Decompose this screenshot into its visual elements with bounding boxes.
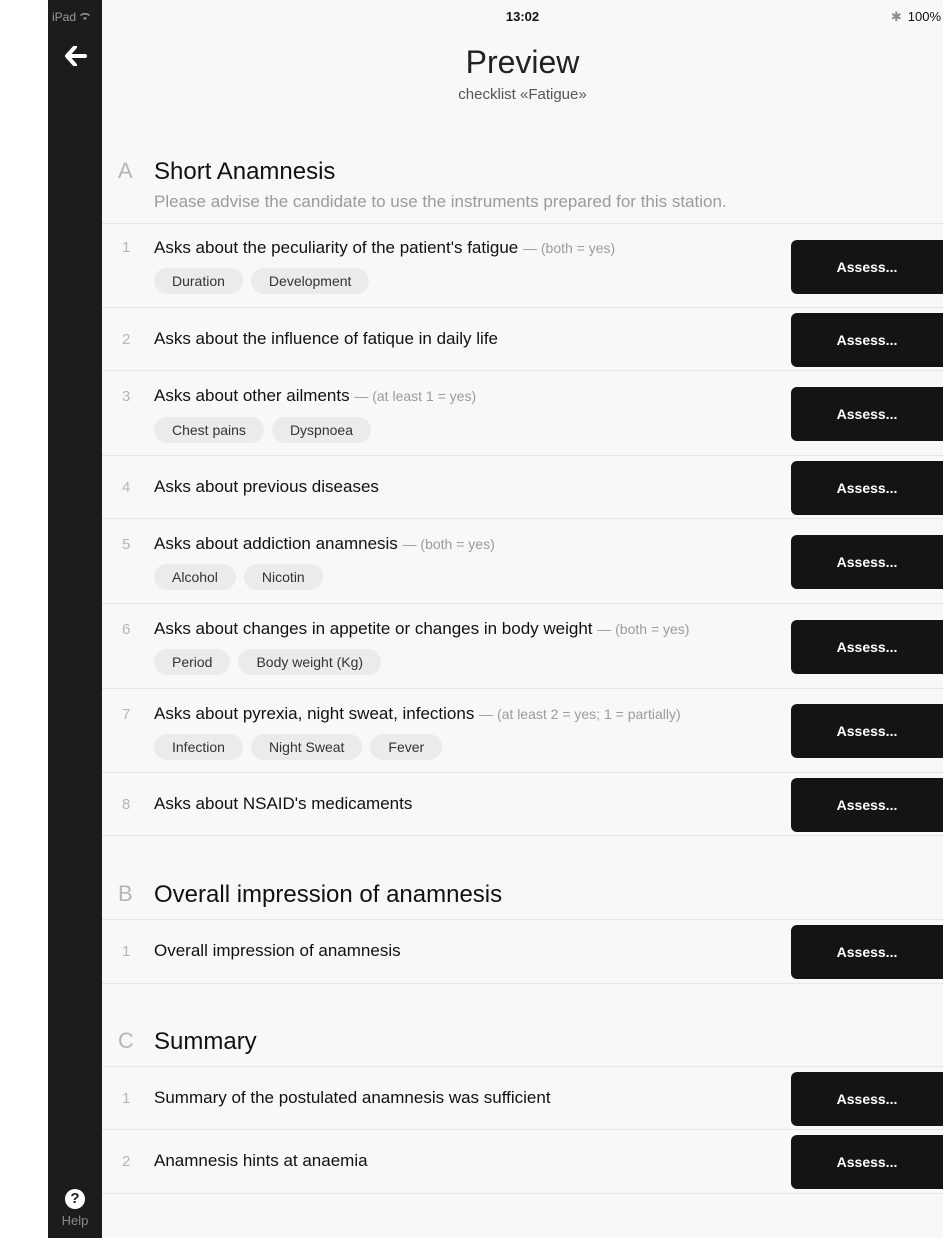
item-number: 2: [122, 1153, 131, 1170]
item-tags: Chest pains Dyspnoea: [154, 417, 371, 443]
item-hint: — (both = yes): [597, 621, 690, 637]
item-text: Asks about NSAID's medicaments: [154, 794, 413, 813]
back-button[interactable]: [62, 42, 90, 70]
help-icon: ?: [65, 1189, 85, 1209]
back-arrow-icon: [65, 46, 87, 66]
checklist-item: 4 Asks about previous diseases Assess...: [102, 455, 943, 519]
item-hint: — (both = yes): [522, 240, 616, 256]
checklist-item: 7 Asks about pyrexia, night sweat, infec…: [102, 688, 943, 773]
assess-button[interactable]: Assess...: [791, 535, 943, 589]
section-letter: B: [118, 881, 133, 906]
assess-button[interactable]: Assess...: [791, 925, 943, 979]
item-text: Asks about previous diseases: [154, 477, 379, 496]
item-tags: Duration Development: [154, 268, 370, 294]
item-text: Asks about the influence of fatique in d…: [154, 329, 498, 348]
checklist-item: 3 Asks about other ailments — (at least …: [102, 370, 943, 456]
tag: Dyspnoea: [271, 417, 371, 443]
assess-button[interactable]: Assess...: [791, 387, 943, 441]
checklist-item: 5 Asks about addiction anamnesis — (both…: [102, 518, 943, 604]
tag: Infection: [154, 734, 243, 760]
checklist-item: 1 Overall impression of anamnesis Assess…: [102, 919, 943, 984]
bluetooth-icon: ✱: [890, 9, 902, 24]
item-number: 1: [122, 1090, 131, 1107]
item-hint: — (at least 1 = yes): [354, 388, 477, 404]
item-text: Asks about other ailments — (at least 1 …: [154, 386, 477, 405]
item-hint: — (at least 2 = yes; 1 = partially): [479, 706, 681, 722]
item-number: 1: [122, 239, 131, 256]
checklist-item: 6 Asks about changes in appetite or chan…: [102, 603, 943, 689]
tag: Chest pains: [154, 417, 264, 443]
item-text: Asks about addiction anamnesis — (both =…: [154, 534, 495, 553]
status-battery: ✱ 100%: [890, 9, 941, 24]
assess-button[interactable]: Assess...: [791, 1072, 943, 1126]
tag: Body weight (Kg): [238, 649, 382, 675]
assess-button[interactable]: Assess...: [791, 778, 943, 832]
assess-button[interactable]: Assess...: [791, 313, 943, 367]
item-text: Asks about changes in appetite or change…: [154, 619, 690, 638]
item-tags: Period Body weight (Kg): [154, 649, 382, 675]
item-text: Anamnesis hints at anaemia: [154, 1151, 368, 1170]
item-text: Summary of the postulated anamnesis was …: [154, 1088, 551, 1107]
section-letter: A: [118, 158, 133, 183]
checklist-item: 2 Asks about the influence of fatique in…: [102, 307, 943, 371]
assess-button[interactable]: Assess...: [791, 1135, 943, 1189]
item-number: 8: [122, 796, 131, 813]
section-title: Summary: [154, 1028, 257, 1055]
section-letter: C: [118, 1028, 134, 1053]
section-title: Short Anamnesis: [154, 158, 336, 185]
assess-button[interactable]: Assess...: [791, 240, 943, 294]
item-number: 3: [122, 388, 131, 405]
page-title: Preview: [465, 44, 580, 80]
sidebar: [48, 0, 102, 1238]
item-number: 6: [122, 621, 131, 638]
item-text: Asks about the peculiarity of the patien…: [154, 238, 616, 257]
tag: Fever: [370, 734, 443, 760]
item-tags: Infection Night Sweat Fever: [154, 734, 443, 760]
assess-button[interactable]: Assess...: [791, 704, 943, 758]
checklist-item: 1 Summary of the postulated anamnesis wa…: [102, 1066, 943, 1130]
page-subtitle: checklist «Fatigue»: [458, 86, 587, 103]
main-content: 13:02 ✱ 100% Preview checklist «Fatigue» …: [102, 0, 943, 1238]
assess-button[interactable]: Assess...: [791, 461, 943, 515]
tag: Night Sweat: [250, 734, 363, 760]
assess-button[interactable]: Assess...: [791, 620, 943, 674]
tag: Alcohol: [154, 564, 236, 590]
item-hint: — (both = yes): [402, 536, 495, 552]
help-label: Help: [61, 1213, 89, 1228]
checklist-item: 2 Anamnesis hints at anaemia Assess...: [102, 1129, 943, 1194]
item-tags: Alcohol Nicotin: [154, 564, 323, 590]
checklist-item: 1 Asks about the peculiarity of the pati…: [102, 223, 943, 308]
section-title: Overall impression of anamnesis: [154, 881, 503, 908]
status-device: iPad: [52, 10, 91, 24]
item-number: 7: [122, 706, 131, 723]
tag: Nicotin: [243, 564, 323, 590]
help-button[interactable]: ? Help: [48, 1189, 102, 1228]
item-number: 5: [122, 536, 131, 553]
checklist-item: 8 Asks about NSAID's medicaments Assess.…: [102, 772, 943, 836]
tag: Development: [250, 268, 370, 294]
section-description: Please advise the candidate to use the i…: [154, 192, 727, 211]
item-text: Asks about pyrexia, night sweat, infecti…: [154, 704, 681, 723]
item-number: 4: [122, 479, 131, 496]
tag: Period: [154, 649, 231, 675]
item-number: 2: [122, 331, 131, 348]
item-number: 1: [122, 943, 131, 960]
wifi-icon: [80, 13, 91, 20]
status-time: 13:02: [505, 9, 540, 24]
item-text: Overall impression of anamnesis: [154, 941, 401, 960]
tag: Duration: [154, 268, 243, 294]
